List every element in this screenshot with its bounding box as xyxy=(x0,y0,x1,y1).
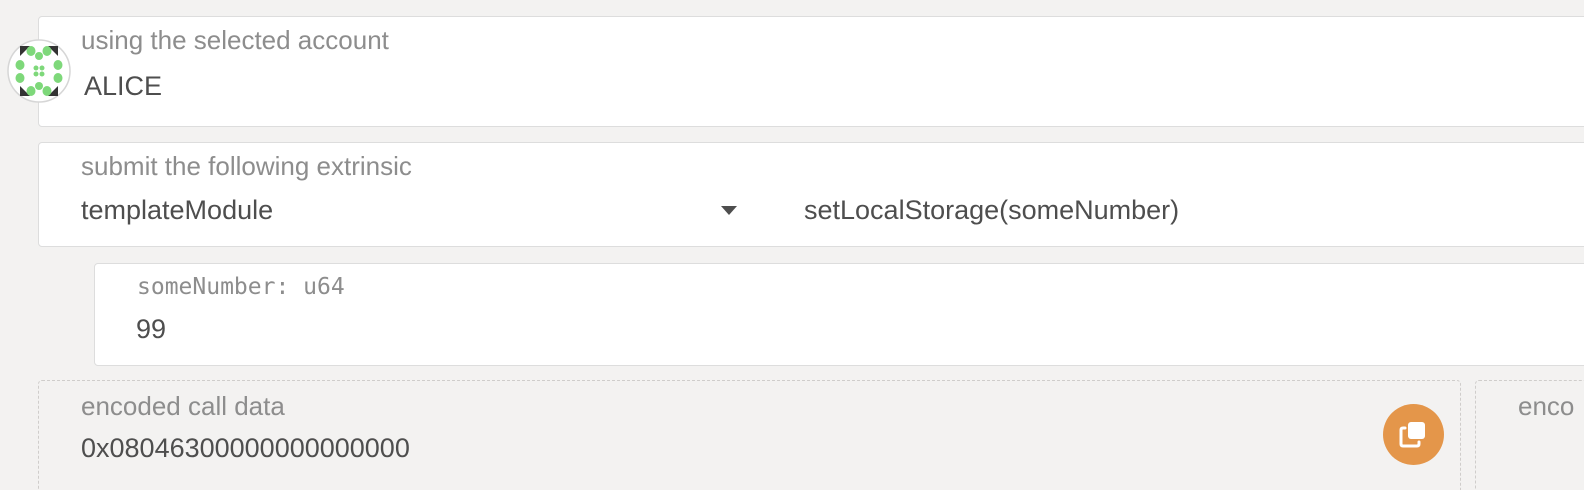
encoded-call-data-label: encoded call data xyxy=(81,391,285,421)
extrinsic-label: submit the following extrinsic xyxy=(81,151,412,181)
encoded-call-hash-label: enco xyxy=(1518,391,1575,421)
param-label: someNumber: u64 xyxy=(137,274,345,300)
section-dropdown[interactable]: templateModule xyxy=(81,195,741,231)
extrinsic-selector: submit the following extrinsic templateM… xyxy=(38,142,1584,247)
copy-button[interactable] xyxy=(1383,404,1444,465)
extrinsic-submission-panel: using the selected account ALICE submit … xyxy=(0,0,1584,490)
encoded-call-hash: enco xyxy=(1475,380,1584,490)
encoded-call-data: encoded call data 0x08046300000000000000 xyxy=(38,380,1461,490)
copy-icon xyxy=(1399,422,1425,448)
identicon-icon xyxy=(6,38,72,104)
account-label: using the selected account xyxy=(81,25,389,55)
param-input-value[interactable]: 99 xyxy=(136,314,166,345)
method-value: setLocalStorage(someNumber) xyxy=(804,195,1180,225)
method-dropdown[interactable]: setLocalStorage(someNumber) xyxy=(804,195,1584,231)
param-some-number[interactable]: someNumber: u64 99 xyxy=(94,263,1584,366)
chevron-down-icon[interactable] xyxy=(721,206,737,215)
account-selector[interactable]: using the selected account ALICE xyxy=(38,16,1584,127)
section-value: templateModule xyxy=(81,195,274,225)
account-name[interactable]: ALICE xyxy=(84,71,162,102)
encoded-call-data-value: 0x08046300000000000000 xyxy=(81,433,410,463)
